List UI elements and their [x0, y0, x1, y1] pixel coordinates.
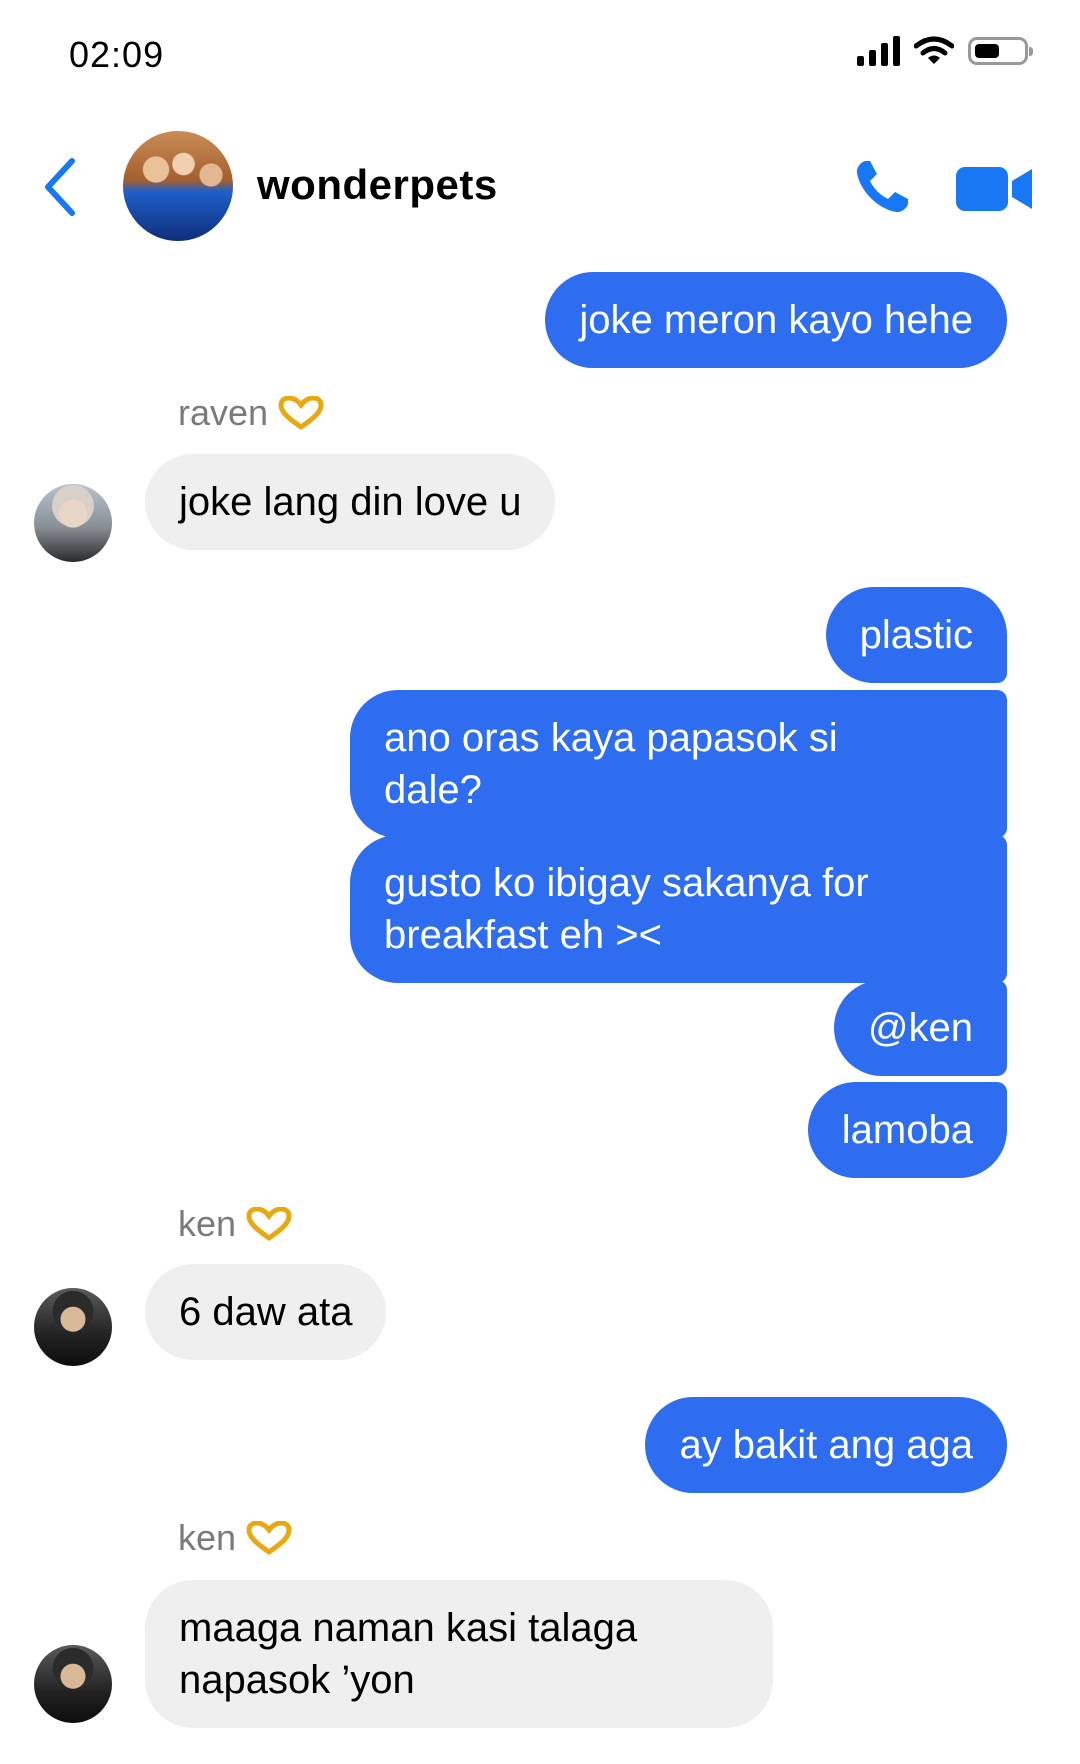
message-text: joke meron kayo hehe — [579, 298, 973, 342]
sender-label: ken — [178, 1203, 237, 1244]
video-camera-icon[interactable] — [956, 165, 1032, 213]
sender-name: raven — [178, 392, 324, 434]
incoming-message[interactable]: joke lang din love u — [145, 454, 556, 550]
status-icons — [857, 36, 1033, 66]
outgoing-message[interactable]: lamoba — [807, 1082, 1007, 1178]
incoming-message[interactable]: 6 daw ata — [145, 1264, 387, 1360]
chat-header: wonderpets — [0, 125, 1080, 245]
outgoing-message[interactable]: plastic — [825, 587, 1007, 683]
message-text: plastic — [859, 613, 973, 657]
heart-hands-emoji-icon — [246, 1521, 292, 1555]
phone-icon[interactable] — [852, 157, 912, 217]
message-text-line: gusto ko ibigay sakanya for — [384, 861, 869, 905]
sender-name: ken — [178, 1517, 292, 1559]
message-text: joke lang din love u — [179, 480, 522, 524]
cellular-signal-icon — [857, 36, 900, 66]
outgoing-message[interactable]: ano oras kaya papasok si dale? — [350, 690, 1007, 838]
outgoing-message[interactable]: ay bakit ang aga — [645, 1397, 1007, 1493]
battery-icon — [968, 37, 1033, 65]
chat-title[interactable]: wonderpets — [257, 161, 498, 209]
avatar-ken[interactable] — [34, 1288, 112, 1366]
sender-label: ken — [178, 1517, 237, 1558]
sender-name: ken — [178, 1203, 292, 1245]
outgoing-message[interactable]: gusto ko ibigay sakanya for breakfast eh… — [350, 835, 1007, 983]
message-text-line: dale? — [384, 768, 482, 812]
heart-hands-emoji-icon — [246, 1207, 292, 1241]
message-text: @ken — [867, 1006, 973, 1050]
sender-label: raven — [178, 392, 269, 433]
message-text: ay bakit ang aga — [679, 1423, 973, 1467]
outgoing-message[interactable]: joke meron kayo hehe — [545, 272, 1007, 368]
message-text-line: breakfast eh >< — [384, 913, 662, 957]
status-time: 02:09 — [69, 34, 165, 75]
message-text-line: napasok ’yon — [179, 1658, 415, 1702]
message-text-line: ano oras kaya papasok si — [384, 716, 838, 760]
message-text: lamoba — [841, 1108, 973, 1152]
wifi-icon — [914, 36, 954, 64]
avatar-ken[interactable] — [34, 1645, 112, 1723]
incoming-message[interactable]: maaga naman kasi talaga napasok ’yon — [145, 1580, 773, 1728]
avatar-raven[interactable] — [34, 484, 112, 562]
chevron-left-icon[interactable] — [40, 157, 80, 217]
message-text-line: maaga naman kasi talaga — [179, 1606, 638, 1650]
group-avatar[interactable] — [123, 131, 233, 241]
outgoing-message[interactable]: @ken — [833, 980, 1007, 1076]
message-text: 6 daw ata — [179, 1290, 353, 1334]
heart-hands-emoji-icon — [278, 396, 324, 430]
